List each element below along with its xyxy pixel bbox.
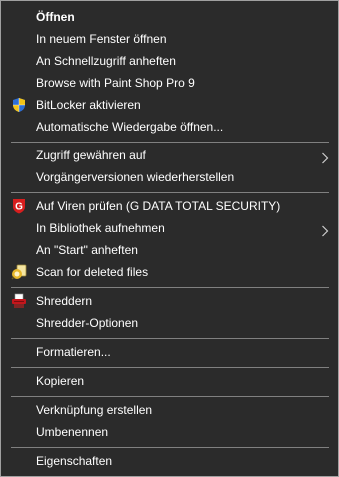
menu-item-label: Zugriff gewähren auf bbox=[36, 148, 146, 162]
menu-item-label: Scan for deleted files bbox=[36, 265, 149, 279]
menu-item-shredder-options[interactable]: Shredder-Optionen bbox=[1, 312, 338, 334]
menu-item-autoplay[interactable]: Automatische Wiedergabe öffnen... bbox=[1, 116, 338, 138]
menu-item-label: Formatieren... bbox=[36, 345, 111, 359]
uac-shield-icon bbox=[11, 97, 27, 113]
menu-item-label: Vorgängerversionen wiederherstellen bbox=[36, 170, 235, 184]
menu-separator bbox=[11, 367, 329, 368]
menu-item-open-new-window[interactable]: In neuem Fenster öffnen bbox=[1, 28, 338, 50]
menu-separator bbox=[11, 447, 329, 448]
menu-item-label: In neuem Fenster öffnen bbox=[36, 32, 167, 46]
menu-item-virus-scan[interactable]: G Auf Viren prüfen (G DATA TOTAL SECURIT… bbox=[1, 195, 338, 217]
menu-item-properties[interactable]: Eigenschaften bbox=[1, 450, 338, 472]
menu-item-label: BitLocker aktivieren bbox=[36, 98, 141, 112]
menu-item-restore-versions[interactable]: Vorgängerversionen wiederherstellen bbox=[1, 166, 338, 188]
menu-item-label: Verknüpfung erstellen bbox=[36, 403, 153, 417]
chevron-right-icon bbox=[321, 222, 329, 237]
menu-item-format[interactable]: Formatieren... bbox=[1, 341, 338, 363]
menu-separator bbox=[11, 142, 329, 143]
menu-item-open[interactable]: Öffnen bbox=[1, 6, 338, 28]
context-menu: Öffnen In neuem Fenster öffnen An Schnel… bbox=[0, 0, 339, 477]
gdata-shield-icon: G bbox=[11, 198, 27, 214]
menu-item-copy[interactable]: Kopieren bbox=[1, 370, 338, 392]
menu-item-label: An "Start" anheften bbox=[36, 243, 138, 257]
menu-item-scan-deleted[interactable]: Scan for deleted files bbox=[1, 261, 338, 283]
menu-item-shred[interactable]: Shreddern bbox=[1, 290, 338, 312]
menu-item-label: Öffnen bbox=[36, 10, 75, 24]
menu-item-add-to-library[interactable]: In Bibliothek aufnehmen bbox=[1, 217, 338, 239]
recovery-tool-icon bbox=[11, 264, 27, 280]
menu-item-create-shortcut[interactable]: Verknüpfung erstellen bbox=[1, 399, 338, 421]
menu-item-label: Browse with Paint Shop Pro 9 bbox=[36, 76, 195, 90]
menu-item-browse-paint-shop[interactable]: Browse with Paint Shop Pro 9 bbox=[1, 72, 338, 94]
menu-item-label: Automatische Wiedergabe öffnen... bbox=[36, 120, 224, 134]
menu-item-label: An Schnellzugriff anheften bbox=[36, 54, 176, 68]
menu-item-label: Eigenschaften bbox=[36, 454, 113, 468]
menu-item-label: In Bibliothek aufnehmen bbox=[36, 221, 165, 235]
menu-item-bitlocker[interactable]: BitLocker aktivieren bbox=[1, 94, 338, 116]
menu-separator bbox=[11, 287, 329, 288]
menu-item-label: Auf Viren prüfen (G DATA TOTAL SECURITY) bbox=[36, 199, 281, 213]
menu-item-label: Shredder-Optionen bbox=[36, 316, 139, 330]
menu-item-give-access[interactable]: Zugriff gewähren auf bbox=[1, 144, 338, 166]
menu-item-label: Kopieren bbox=[36, 374, 85, 388]
menu-separator bbox=[11, 192, 329, 193]
menu-item-label: Shreddern bbox=[36, 294, 93, 308]
menu-separator bbox=[11, 338, 329, 339]
menu-item-rename[interactable]: Umbenennen bbox=[1, 421, 338, 443]
chevron-right-icon bbox=[321, 149, 329, 164]
menu-item-pin-start[interactable]: An "Start" anheften bbox=[1, 239, 338, 261]
svg-text:G: G bbox=[15, 202, 23, 213]
menu-item-label: Umbenennen bbox=[36, 425, 109, 439]
shredder-icon bbox=[11, 293, 27, 309]
menu-item-pin-quick-access[interactable]: An Schnellzugriff anheften bbox=[1, 50, 338, 72]
menu-separator bbox=[11, 396, 329, 397]
